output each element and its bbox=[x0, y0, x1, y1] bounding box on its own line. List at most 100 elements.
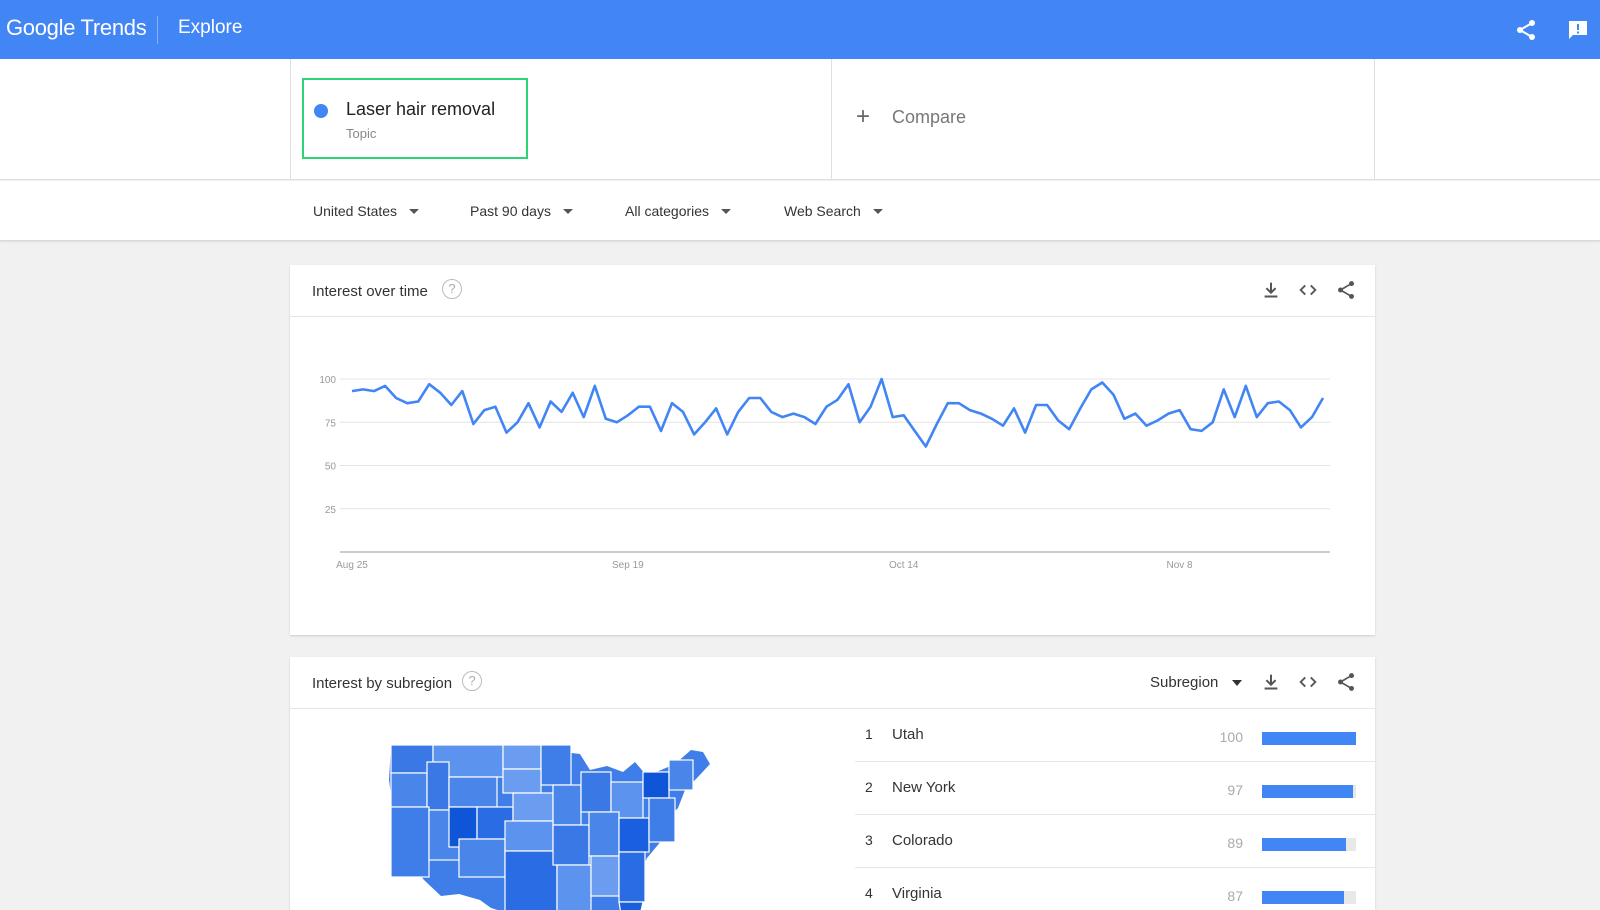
value-bar-track bbox=[1262, 891, 1356, 904]
region-name[interactable]: Colorado bbox=[892, 832, 953, 849]
region-name[interactable]: Virginia bbox=[892, 885, 942, 902]
term-color-dot bbox=[314, 104, 328, 118]
subregion-ranking-list: 1 Utah 100 2 New York 97 3 Colorado 89 4… bbox=[855, 709, 1375, 910]
value-bar-fill bbox=[1262, 732, 1356, 745]
region-tile[interactable] bbox=[540, 744, 572, 786]
series-line bbox=[351, 377, 1325, 448]
rank-number: 2 bbox=[865, 779, 873, 795]
region-tile[interactable] bbox=[502, 744, 542, 770]
category-filter-dropdown[interactable]: All categories bbox=[625, 203, 732, 219]
value-bar-fill bbox=[1262, 785, 1354, 798]
category-filter-label: All categories bbox=[625, 203, 710, 219]
region-tile[interactable] bbox=[390, 806, 430, 878]
value-bar-track bbox=[1262, 732, 1356, 745]
region-tile[interactable] bbox=[512, 792, 554, 822]
region-tile[interactable] bbox=[502, 768, 542, 794]
value-bar-track bbox=[1262, 838, 1356, 851]
region-tile[interactable] bbox=[390, 772, 428, 808]
card-header: Interest by subregion ? Subregion bbox=[290, 657, 1375, 709]
subregion-dropdown[interactable]: Subregion bbox=[1150, 674, 1243, 691]
filters-row: United States Past 90 days All categorie… bbox=[0, 181, 1600, 241]
list-item[interactable]: 2 New York 97 bbox=[855, 762, 1375, 815]
feedback-icon[interactable] bbox=[1566, 18, 1590, 42]
y-tick-label: 100 bbox=[319, 375, 336, 386]
card-header: Interest over time ? bbox=[290, 265, 1375, 317]
dropdown-arrow-icon bbox=[1232, 679, 1243, 686]
region-tile[interactable] bbox=[556, 864, 592, 910]
y-tick-label: 50 bbox=[325, 462, 337, 473]
compare-label: Compare bbox=[892, 106, 967, 127]
search-term-card[interactable]: Laser hair removal Topic bbox=[302, 78, 528, 159]
region-tile[interactable] bbox=[618, 851, 646, 903]
top-bar: Google Trends Explore bbox=[0, 0, 1600, 59]
card-title: Interest by subregion bbox=[312, 675, 453, 692]
region-tile[interactable] bbox=[618, 817, 650, 853]
rank-number: 3 bbox=[865, 832, 873, 848]
y-tick-label: 25 bbox=[325, 505, 337, 516]
logo-divider bbox=[157, 16, 158, 44]
divider bbox=[831, 59, 832, 180]
value-bar-fill bbox=[1262, 838, 1346, 851]
dropdown-arrow-icon bbox=[872, 208, 883, 214]
share-icon[interactable] bbox=[1335, 671, 1357, 693]
search-type-filter-dropdown[interactable]: Web Search bbox=[784, 203, 883, 219]
region-tile[interactable] bbox=[580, 771, 612, 813]
region-tile[interactable] bbox=[642, 771, 670, 799]
region-tile[interactable] bbox=[588, 811, 620, 857]
dropdown-arrow-icon bbox=[721, 208, 732, 214]
list-item[interactable]: 1 Utah 100 bbox=[855, 709, 1375, 762]
region-tile[interactable] bbox=[504, 850, 558, 910]
y-tick-label: 75 bbox=[325, 418, 337, 429]
region-name[interactable]: Utah bbox=[892, 726, 924, 743]
embed-icon[interactable] bbox=[1297, 279, 1319, 301]
search-term-name[interactable]: Laser hair removal bbox=[346, 99, 495, 120]
region-tile[interactable] bbox=[426, 761, 450, 811]
region-tile[interactable] bbox=[590, 855, 620, 897]
divider bbox=[1374, 59, 1375, 180]
region-value: 97 bbox=[1227, 782, 1243, 798]
time-filter-dropdown[interactable]: Past 90 days bbox=[470, 203, 573, 219]
subregion-dropdown-label: Subregion bbox=[1150, 674, 1219, 691]
x-tick-label: Oct 14 bbox=[889, 560, 919, 571]
interest-by-subregion-card: Interest by subregion ? Subregion 1 Utah… bbox=[290, 657, 1375, 910]
region-filter-label: United States bbox=[313, 203, 398, 219]
card-title: Interest over time bbox=[312, 283, 428, 300]
rank-number: 4 bbox=[865, 885, 873, 901]
share-icon[interactable] bbox=[1335, 279, 1357, 301]
plus-icon: + bbox=[856, 103, 871, 130]
download-icon[interactable] bbox=[1260, 671, 1282, 693]
region-tile[interactable] bbox=[618, 901, 644, 910]
search-type-filter-label: Web Search bbox=[784, 203, 861, 219]
value-bar-track bbox=[1262, 785, 1356, 798]
region-tile[interactable] bbox=[552, 824, 590, 866]
region-name[interactable]: New York bbox=[892, 779, 955, 796]
region-tile[interactable] bbox=[458, 838, 506, 878]
region-tile[interactable] bbox=[504, 820, 554, 852]
region-tile[interactable] bbox=[668, 759, 694, 791]
google-trends-logo[interactable]: Google Trends bbox=[6, 15, 147, 41]
dropdown-arrow-icon bbox=[409, 208, 420, 214]
list-item[interactable]: 4 Virginia 87 bbox=[855, 868, 1375, 910]
help-icon[interactable]: ? bbox=[462, 671, 482, 691]
dropdown-arrow-icon bbox=[562, 208, 573, 214]
x-tick-label: Nov 8 bbox=[1166, 560, 1193, 571]
embed-icon[interactable] bbox=[1297, 671, 1319, 693]
region-tile[interactable] bbox=[448, 776, 498, 808]
page-title: Explore bbox=[178, 17, 243, 38]
x-tick-label: Sep 19 bbox=[612, 560, 644, 571]
region-tile[interactable] bbox=[648, 797, 676, 843]
region-tile[interactable] bbox=[552, 784, 582, 826]
help-icon[interactable]: ? bbox=[442, 279, 462, 299]
region-value: 89 bbox=[1227, 835, 1243, 851]
region-filter-dropdown[interactable]: United States bbox=[313, 203, 420, 219]
compare-button[interactable]: + Compare bbox=[856, 105, 966, 129]
share-icon[interactable] bbox=[1514, 18, 1538, 42]
list-item[interactable]: 3 Colorado 89 bbox=[855, 815, 1375, 868]
search-term-type: Topic bbox=[346, 126, 377, 141]
x-tick-label: Aug 25 bbox=[336, 560, 368, 571]
search-terms-row: Laser hair removal Topic + Compare bbox=[0, 59, 1600, 180]
region-value: 100 bbox=[1219, 729, 1243, 745]
us-subregion-map[interactable] bbox=[385, 742, 745, 910]
value-bar-fill bbox=[1262, 891, 1344, 904]
download-icon[interactable] bbox=[1260, 279, 1282, 301]
